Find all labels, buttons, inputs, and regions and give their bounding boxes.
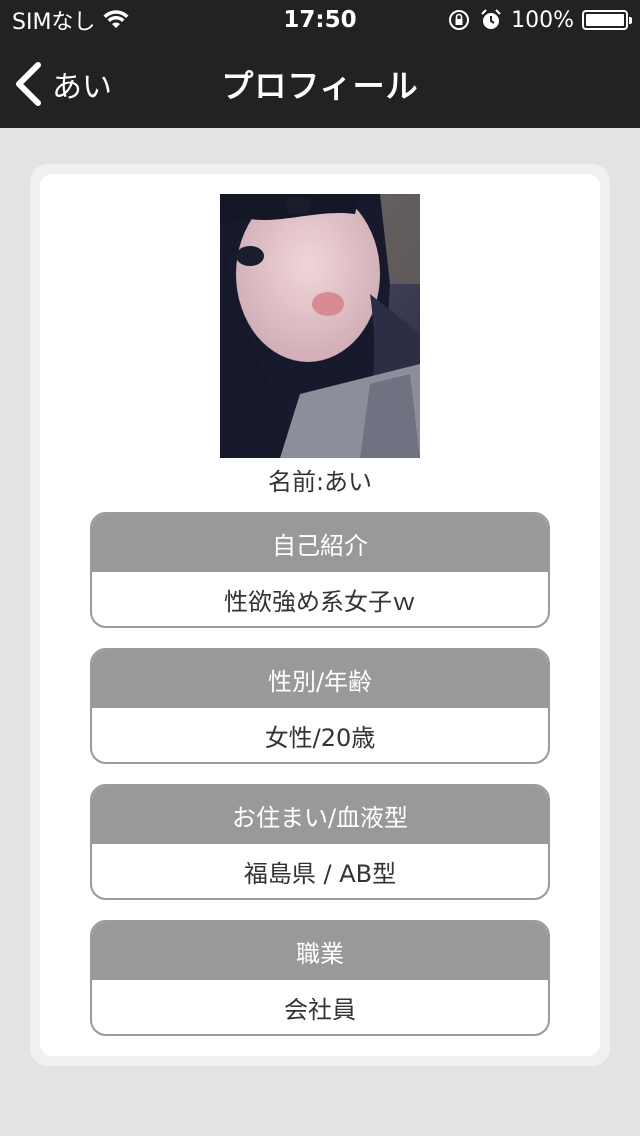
section-header: 性別/年齢	[92, 650, 548, 708]
section-header: 自己紹介	[92, 514, 548, 572]
section-residence-blood: お住まい/血液型 福島県 / AB型	[90, 784, 550, 900]
section-value: 会社員	[284, 995, 356, 1024]
section-introduction: 自己紹介 性欲強め系女子ｗ	[90, 512, 550, 628]
profile-card: 名前:あい 自己紹介 性欲強め系女子ｗ 性別/年齢 女性/20歳 お住まい/血液…	[40, 174, 600, 1056]
back-button[interactable]: あい	[14, 40, 112, 128]
section-value: 性欲強め系女子ｗ	[224, 587, 416, 616]
chevron-left-icon	[16, 62, 41, 106]
back-label: あい	[52, 70, 112, 105]
status-right: 100%	[447, 7, 632, 33]
battery-percent: 100%	[511, 7, 574, 33]
alarm-icon	[481, 9, 501, 29]
section-occupation: 職業 会社員	[90, 920, 550, 1036]
battery-fill	[586, 14, 624, 26]
profile-name: 名前:あい	[267, 468, 373, 496]
status-left: SIMなし	[12, 4, 129, 36]
section-value: 女性/20歳	[264, 723, 376, 752]
section-header: 職業	[92, 922, 548, 980]
battery-icon	[582, 10, 632, 30]
wifi-icon	[103, 10, 129, 28]
status-bar: SIMなし 17:50 100%	[0, 0, 640, 40]
carrier-label: SIMなし	[12, 10, 96, 35]
profile-photo	[220, 194, 420, 458]
rotation-lock-icon	[449, 10, 470, 30]
section-gender-age: 性別/年齢 女性/20歳	[90, 648, 550, 764]
nav-bar: あい プロフィール	[0, 40, 640, 128]
page-title: プロフィール	[221, 67, 419, 105]
section-header: お住まい/血液型	[92, 786, 548, 844]
section-value: 福島県 / AB型	[243, 859, 397, 888]
profile-card-frame: 名前:あい 自己紹介 性欲強め系女子ｗ 性別/年齢 女性/20歳 お住まい/血液…	[30, 164, 610, 1066]
